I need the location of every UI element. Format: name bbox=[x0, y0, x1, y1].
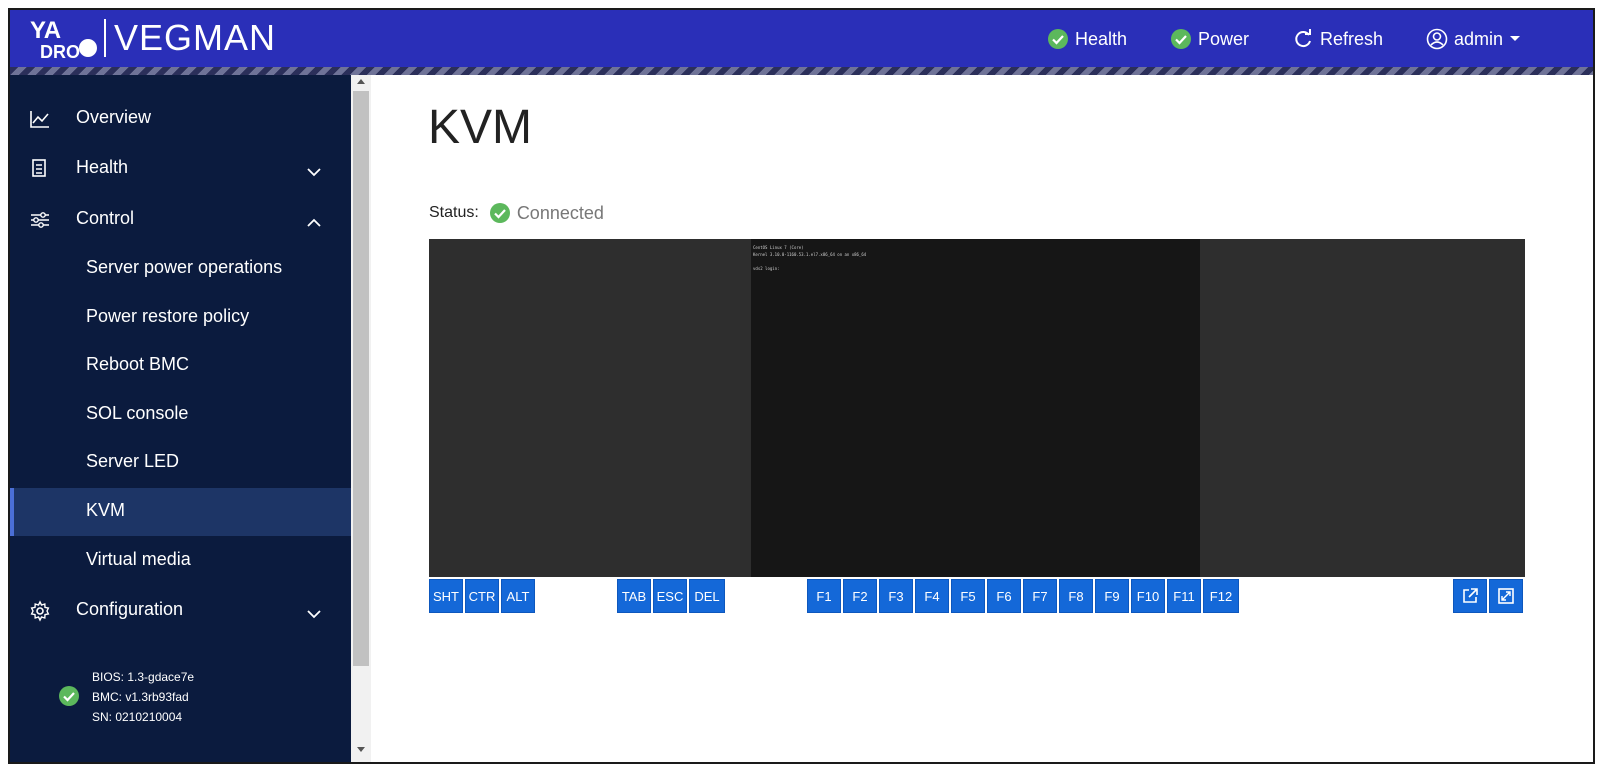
sidebar-subitem-power-restore-policy[interactable]: Power restore policy bbox=[10, 294, 351, 342]
key-f10-button[interactable]: F10 bbox=[1131, 579, 1165, 613]
check-circle-icon bbox=[1170, 28, 1192, 50]
key-f4-button[interactable]: F4 bbox=[915, 579, 949, 613]
sidebar-item-health[interactable]: Health bbox=[10, 145, 351, 193]
sidebar-subitem-label: KVM bbox=[86, 500, 126, 520]
status-value: Connected bbox=[516, 202, 604, 223]
sidebar-item-label: Overview bbox=[76, 107, 152, 127]
open-in-new-window-icon bbox=[1461, 587, 1479, 605]
check-circle-icon bbox=[1047, 28, 1069, 50]
sidebar-subitem-label: Power restore policy bbox=[86, 306, 250, 326]
kvm-status: Status: Connected bbox=[429, 200, 604, 226]
fullscreen-icon bbox=[1497, 587, 1515, 605]
page-title: KVM bbox=[428, 101, 533, 154]
sidebar-item-control[interactable]: Control bbox=[10, 196, 351, 244]
console-line: CentOS Linux 7 (Core) bbox=[753, 245, 804, 250]
refresh-button[interactable]: Refresh bbox=[1292, 26, 1383, 52]
sidebar-subitem-virtual-media[interactable]: Virtual media bbox=[10, 537, 351, 585]
header-stripe bbox=[10, 67, 1593, 75]
brand-name: VEGMAN bbox=[114, 17, 277, 58]
key-f11-button[interactable]: F11 bbox=[1167, 579, 1201, 613]
chart-line-icon bbox=[28, 108, 52, 130]
kvm-console-display[interactable]: CentOS Linux 7 (Core) Kernel 3.10.0-1160… bbox=[751, 239, 1200, 577]
sidebar-subitem-label: Server LED bbox=[86, 451, 180, 471]
sidebar-item-label: Configuration bbox=[76, 599, 184, 619]
user-avatar-icon bbox=[1426, 28, 1448, 50]
power-status-link[interactable]: Power bbox=[1170, 26, 1249, 52]
caret-down-icon bbox=[1509, 35, 1521, 43]
console-line: Kernel 3.10.0-1160.53.1.el7.x86_64 on an… bbox=[753, 252, 867, 257]
logo: YA DRO VEGMAN bbox=[30, 16, 276, 60]
logo-divider bbox=[104, 19, 106, 57]
key-del-button[interactable]: DEL bbox=[689, 579, 725, 613]
status-label: Status: bbox=[429, 204, 479, 221]
sidebar-item-label: Health bbox=[76, 157, 129, 177]
refresh-icon bbox=[1292, 28, 1314, 50]
system-info-lines: BIOS: 1.3-gdace7e BMC: v1.3rb93fad SN: 0… bbox=[92, 667, 194, 727]
sidebar-subitem-sol-console[interactable]: SOL console bbox=[10, 391, 351, 439]
chevron-down-icon bbox=[306, 161, 322, 182]
key-f7-button[interactable]: F7 bbox=[1023, 579, 1057, 613]
sidebar-item-overview[interactable]: Overview bbox=[10, 95, 351, 143]
yadro-logo-icon: YA DRO bbox=[30, 17, 97, 60]
key-esc-button[interactable]: ESC bbox=[653, 579, 687, 613]
sidebar-subitem-label: Server power operations bbox=[86, 257, 283, 277]
key-f2-button[interactable]: F2 bbox=[843, 579, 877, 613]
open-new-window-button[interactable] bbox=[1453, 579, 1487, 613]
sidebar-item-label: Control bbox=[76, 208, 135, 228]
key-shift-button[interactable]: SHT bbox=[429, 579, 463, 613]
key-ctrl-button[interactable]: CTR bbox=[465, 579, 499, 613]
chevron-up-icon bbox=[306, 212, 322, 233]
bmc-version: BMC: v1.3rb93fad bbox=[92, 690, 189, 704]
clipboard-list-icon bbox=[28, 158, 52, 180]
gear-icon bbox=[28, 600, 52, 622]
sidebar-subitem-label: SOL console bbox=[86, 403, 189, 423]
power-label: Power bbox=[1198, 28, 1250, 49]
fullscreen-button[interactable] bbox=[1489, 579, 1523, 613]
scroll-down-arrow-icon[interactable] bbox=[357, 747, 365, 752]
sidebar: Overview Health Control Server power ope… bbox=[10, 75, 351, 762]
key-f5-button[interactable]: F5 bbox=[951, 579, 985, 613]
sidebar-subitem-server-power-operations[interactable]: Server power operations bbox=[10, 245, 351, 293]
sidebar-item-configuration[interactable]: Configuration bbox=[10, 587, 351, 635]
user-label: admin bbox=[1454, 28, 1504, 49]
key-f9-button[interactable]: F9 bbox=[1095, 579, 1129, 613]
key-f8-button[interactable]: F8 bbox=[1059, 579, 1093, 613]
key-f6-button[interactable]: F6 bbox=[987, 579, 1021, 613]
health-label: Health bbox=[1075, 28, 1128, 49]
sidebar-scrollbar[interactable] bbox=[351, 75, 371, 762]
chevron-down-icon bbox=[306, 603, 322, 624]
key-f3-button[interactable]: F3 bbox=[879, 579, 913, 613]
key-tab-button[interactable]: TAB bbox=[617, 579, 651, 613]
sidebar-subitem-server-led[interactable]: Server LED bbox=[10, 439, 351, 487]
sidebar-subitem-kvm[interactable]: KVM bbox=[10, 488, 351, 536]
app-frame: YA DRO VEGMAN Health Power Refresh admin… bbox=[8, 8, 1595, 764]
scroll-up-arrow-icon[interactable] bbox=[357, 79, 365, 84]
key-f1-button[interactable]: F1 bbox=[807, 579, 841, 613]
svg-text:DRO: DRO bbox=[40, 42, 80, 60]
key-f12-button[interactable]: F12 bbox=[1203, 579, 1239, 613]
health-status-link[interactable]: Health bbox=[1047, 26, 1127, 52]
system-info: BIOS: 1.3-gdace7e BMC: v1.3rb93fad SN: 0… bbox=[58, 667, 338, 737]
refresh-label: Refresh bbox=[1320, 28, 1384, 49]
sidebar-subitem-label: Reboot BMC bbox=[86, 354, 190, 374]
check-circle-icon bbox=[489, 202, 511, 224]
console-line: vds2 login: bbox=[753, 266, 780, 271]
svg-text:YA: YA bbox=[30, 17, 61, 44]
check-circle-icon bbox=[58, 685, 80, 712]
serial-number: SN: 0210210004 bbox=[92, 710, 183, 724]
top-header: YA DRO VEGMAN Health Power Refresh admin bbox=[10, 10, 1593, 67]
sliders-icon bbox=[28, 209, 52, 231]
kvm-console-screen[interactable]: CentOS Linux 7 (Core) Kernel 3.10.0-1160… bbox=[429, 239, 1525, 577]
bios-version: BIOS: 1.3-gdace7e bbox=[92, 670, 195, 684]
sidebar-subitem-label: Virtual media bbox=[86, 549, 191, 569]
scrollbar-thumb[interactable] bbox=[353, 91, 369, 666]
user-menu[interactable]: admin bbox=[1426, 26, 1521, 52]
sidebar-subitem-reboot-bmc[interactable]: Reboot BMC bbox=[10, 342, 351, 390]
key-alt-button[interactable]: ALT bbox=[501, 579, 535, 613]
